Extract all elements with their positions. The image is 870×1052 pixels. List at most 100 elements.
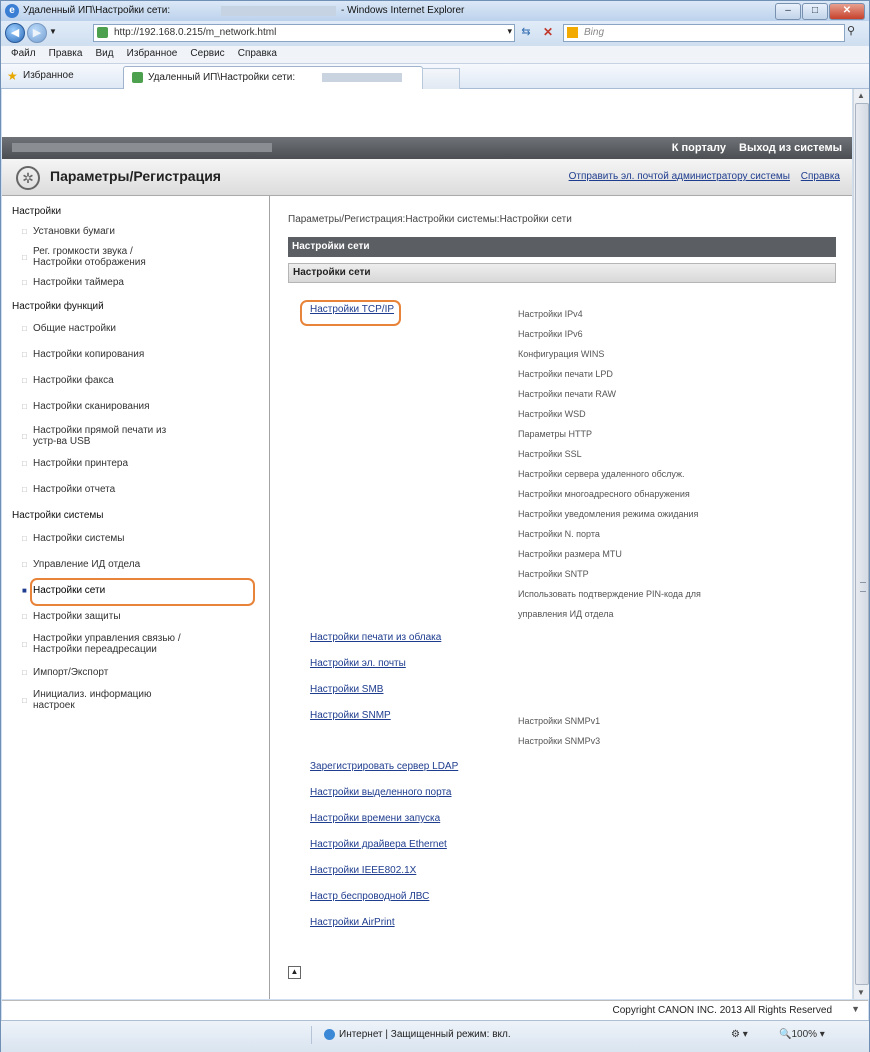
- portal-link[interactable]: К порталу: [672, 142, 726, 154]
- status-text-area: [11, 1026, 312, 1044]
- sidebar-item-security[interactable]: □ Настройки защиты: [22, 611, 121, 622]
- bullet-icon: □: [22, 402, 27, 411]
- address-bar[interactable]: http://192.168.0.215/m_network.html ▾: [93, 24, 515, 42]
- tcpip-sub-item: Настройки SNTP: [518, 569, 589, 579]
- browser-tab[interactable]: Удаленный ИП\Настройки сети:: [123, 66, 423, 89]
- maximize-button[interactable]: □: [802, 3, 828, 20]
- scroll-down-icon[interactable]: ▼: [851, 1004, 860, 1014]
- close-button[interactable]: ✕: [829, 3, 865, 20]
- tab-label: Удаленный ИП\Настройки сети:: [148, 72, 296, 83]
- sidebar-item-timer[interactable]: □ Настройки таймера: [22, 277, 124, 288]
- smb-settings-link[interactable]: Настройки SMB: [310, 684, 383, 695]
- sidebar-item-fax[interactable]: □ Настройки факса: [22, 375, 114, 386]
- tcpip-sub-item: Настройки IPv6: [518, 329, 583, 339]
- bullet-icon: □: [22, 485, 27, 494]
- sidebar-item-copy[interactable]: □ Настройки копирования: [22, 349, 144, 360]
- address-url: http://192.168.0.215/m_network.html: [114, 27, 277, 38]
- main-content: Параметры/Регистрация:Настройки системы:…: [270, 196, 852, 999]
- minimize-button[interactable]: –: [775, 3, 801, 20]
- menu-file[interactable]: Файл: [11, 48, 36, 59]
- vertical-scrollbar[interactable]: ▲ ▼: [853, 89, 869, 999]
- sidebar-section-functions: Настройки функций: [12, 301, 104, 312]
- sidebar-item-volume-display[interactable]: □ Рег. громкости звука / Настройки отображ…: [22, 246, 146, 268]
- stop-icon[interactable]: ✕: [538, 24, 558, 40]
- window-title: Удаленный ИП\Настройки сети:: [23, 5, 171, 16]
- startup-time-link[interactable]: Настройки времени запуска: [310, 813, 440, 824]
- scroll-up-icon[interactable]: ▲: [857, 91, 865, 100]
- sidebar-item-report[interactable]: □ Настройки отчета: [22, 484, 115, 495]
- sidebar-item-initialize[interactable]: □ Инициализ. информацию настроек: [22, 689, 151, 711]
- back-to-top-icon[interactable]: ▲: [288, 966, 301, 979]
- protected-mode-icon[interactable]: ⚙ ▾: [731, 1029, 748, 1040]
- wireless-lan-link[interactable]: Настр беспроводной ЛВС: [310, 891, 429, 902]
- browser-window: e Удаленный ИП\Настройки сети: - Windows…: [0, 0, 870, 1052]
- internet-zone-icon: [324, 1029, 335, 1040]
- ldap-link[interactable]: Зарегистрировать сервер LDAP: [310, 761, 458, 772]
- logout-link[interactable]: Выход из системы: [739, 142, 842, 154]
- sidebar-item-scan[interactable]: □ Настройки сканирования: [22, 401, 149, 412]
- scroll-thumb[interactable]: [855, 103, 869, 985]
- cloud-print-link[interactable]: Настройки печати из облака: [310, 632, 441, 643]
- help-link[interactable]: Справка: [801, 171, 840, 182]
- refresh-icon[interactable]: ⇆: [516, 24, 536, 40]
- menu-view[interactable]: Вид: [96, 48, 114, 59]
- tcpip-sub-item: Настройки SSL: [518, 449, 582, 459]
- sidebar-item-system[interactable]: □ Настройки системы: [22, 533, 125, 544]
- bullet-icon: □: [22, 459, 27, 468]
- tab-redacted: [322, 73, 402, 82]
- email-admin-link[interactable]: Отправить эл. почтой администратору сист…: [569, 171, 790, 182]
- tcpip-settings-link[interactable]: Настройки TCP/IP: [310, 304, 394, 315]
- bullet-icon: □: [22, 227, 27, 236]
- page-title: Параметры/Регистрация: [50, 168, 221, 184]
- settings-gear-icon: ✲: [16, 166, 40, 190]
- favorites-star-icon[interactable]: ★: [7, 69, 18, 83]
- sidebar-item-comm-forward[interactable]: □ Настройки управления связью / Настройки …: [22, 633, 181, 655]
- sidebar: Настройки □ Установки бумаги □ Рег. громко…: [2, 196, 270, 999]
- bullet-icon: □: [22, 696, 27, 705]
- site-icon: [97, 27, 108, 38]
- sidebar-item-direct-print[interactable]: □ Настройки прямой печати из устр-ва USB: [22, 425, 166, 447]
- zoom-level[interactable]: 🔍100% ▾: [779, 1029, 825, 1040]
- menu-help[interactable]: Справка: [238, 48, 277, 59]
- new-tab-button[interactable]: [422, 68, 460, 89]
- ieee8021x-link[interactable]: Настройки IEEE802.1X: [310, 865, 416, 876]
- sidebar-item-import-export[interactable]: □ Импорт/Экспорт: [22, 667, 108, 678]
- back-button[interactable]: ◀: [5, 23, 25, 43]
- search-icon[interactable]: ⚲: [847, 24, 855, 37]
- tcpip-sub-item: Конфигурация WINS: [518, 349, 605, 359]
- tcpip-sub-item: Настройки WSD: [518, 409, 586, 419]
- security-zone: Интернет | Защищенный режим: вкл.: [339, 1029, 511, 1040]
- favorites-button[interactable]: Избранное: [23, 70, 74, 81]
- sidebar-item-common[interactable]: □ Общие настройки: [22, 323, 116, 334]
- menu-favorites[interactable]: Избранное: [127, 48, 178, 59]
- bullet-icon: □: [22, 534, 27, 543]
- address-dropdown-icon[interactable]: ▾: [507, 26, 512, 37]
- airprint-link[interactable]: Настройки AirPrint: [310, 917, 395, 928]
- sidebar-item-dept-id[interactable]: □ Управление ИД отдела: [22, 559, 140, 570]
- search-input[interactable]: Bing: [563, 24, 845, 42]
- tab-site-icon: [132, 72, 143, 83]
- bullet-icon: □: [22, 668, 27, 677]
- sidebar-item-printer[interactable]: □ Настройки принтера: [22, 458, 128, 469]
- history-dropdown-icon[interactable]: ▼: [49, 27, 57, 36]
- menu-tools[interactable]: Сервис: [190, 48, 224, 59]
- scroll-down-icon[interactable]: ▼: [857, 988, 865, 997]
- bullet-icon: □: [22, 324, 27, 333]
- snmp-sub-item: Настройки SNMPv3: [518, 736, 601, 746]
- sidebar-item-paper[interactable]: □ Установки бумаги: [22, 226, 115, 237]
- copyright-bar: Copyright CANON INC. 2013 All Rights Res…: [2, 1000, 868, 1020]
- snmp-settings-link[interactable]: Настройки SNMP: [310, 710, 391, 721]
- ethernet-driver-link[interactable]: Настройки драйвера Ethernet: [310, 839, 447, 850]
- section-header: Настройки сети: [288, 237, 836, 257]
- bullet-icon: □: [22, 376, 27, 385]
- tcpip-sub-item: Настройки сервера удаленного обслуж.: [518, 469, 685, 479]
- email-settings-link[interactable]: Настройки эл. почты: [310, 658, 406, 669]
- tcpip-sub-item: Использовать подтверждение PIN-кода для: [518, 589, 701, 599]
- tcpip-sub-item: Настройки многоадресного обнаружения: [518, 489, 690, 499]
- menu-edit[interactable]: Правка: [49, 48, 83, 59]
- dedicated-port-link[interactable]: Настройки выделенного порта: [310, 787, 452, 798]
- bullet-icon: □: [22, 278, 27, 287]
- bullet-icon: □: [22, 640, 27, 649]
- forward-button[interactable]: ▶: [27, 23, 47, 43]
- sidebar-item-network[interactable]: ■ Настройки сети: [22, 585, 105, 596]
